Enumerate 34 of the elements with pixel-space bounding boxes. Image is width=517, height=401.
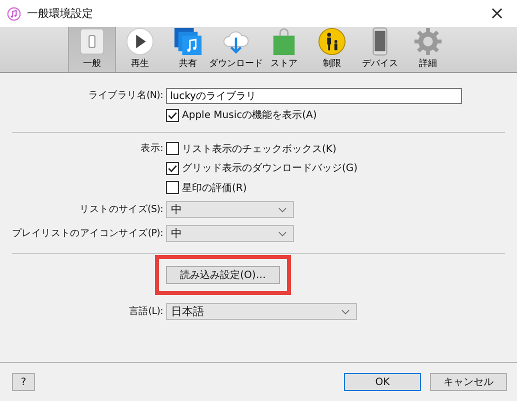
library-name-field[interactable]: luckyのライブラリ bbox=[166, 88, 462, 104]
checkbox-box[interactable] bbox=[166, 181, 179, 194]
checkbox-label: リスト表示のチェックボックス(K) bbox=[182, 142, 336, 156]
import-settings-button[interactable]: 読み込み設定(O)… bbox=[166, 266, 280, 284]
help-button[interactable]: ? bbox=[12, 373, 35, 391]
field-label: プレイリストのアイコンサイズ(P): bbox=[11, 227, 164, 240]
checkbox-label: 星印の評価(R) bbox=[182, 182, 247, 195]
cancel-button[interactable]: キャンセル bbox=[430, 373, 507, 391]
language-dropdown[interactable]: 日本語 bbox=[166, 303, 357, 320]
app-icon bbox=[7, 6, 21, 20]
toolbar-tab[interactable]: 一般 bbox=[68, 27, 116, 72]
toolbar-tab[interactable]: デバイス bbox=[356, 27, 404, 72]
checkbox-box[interactable] bbox=[166, 108, 179, 122]
checkbox[interactable]: リスト表示のチェックボックス(K) bbox=[166, 142, 336, 156]
field-label: 言語(L): bbox=[128, 305, 164, 318]
field-label: リストのサイズ(S): bbox=[78, 203, 164, 216]
chevron-down-icon bbox=[341, 308, 350, 314]
toolbar-tab[interactable]: 詳細 bbox=[404, 27, 452, 72]
size-dropdown[interactable]: 中 bbox=[166, 225, 294, 242]
toolbar-tab[interactable]: ストア bbox=[260, 27, 308, 72]
toolbar-tab[interactable]: 再生 bbox=[116, 27, 164, 72]
toolbar-tab[interactable]: ダウンロード bbox=[212, 27, 260, 72]
parent-child-icon bbox=[317, 27, 347, 56]
window-title: 一般環境設定 bbox=[27, 6, 93, 21]
chevron-down-icon bbox=[278, 206, 287, 212]
field-label: ライブラリ名(N): bbox=[87, 89, 164, 102]
chevron-down-icon bbox=[278, 230, 287, 236]
checkbox-box[interactable] bbox=[166, 162, 179, 175]
ok-button[interactable]: OK bbox=[344, 373, 421, 391]
toolbar-tab[interactable]: 制限 bbox=[308, 27, 356, 72]
size-dropdown[interactable]: 中 bbox=[166, 201, 294, 218]
checkbox[interactable]: 星印の評価(R) bbox=[166, 180, 247, 195]
checkbox-box[interactable] bbox=[166, 142, 179, 156]
field-label: 表示: bbox=[140, 142, 164, 156]
